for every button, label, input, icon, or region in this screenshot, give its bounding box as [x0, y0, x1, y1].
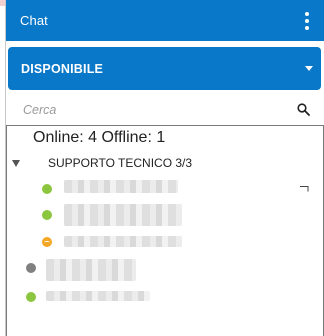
- offline-status-dot: [26, 263, 36, 273]
- contact-item[interactable]: [26, 258, 156, 281]
- status-dropdown[interactable]: DISPONIBILE: [8, 47, 321, 90]
- contact-item[interactable]: [40, 204, 190, 226]
- search-bar: [8, 96, 321, 124]
- online-status-dot: [42, 184, 52, 194]
- contact-item[interactable]: [40, 232, 190, 252]
- chat-header: Chat: [6, 0, 324, 41]
- chat-title: Chat: [20, 13, 48, 28]
- redacted-contact-name: [64, 236, 182, 247]
- redacted-contact-name: [46, 291, 150, 301]
- presence-counts: Online: 4 Offline: 1: [33, 129, 166, 146]
- away-status-dot: [42, 237, 52, 247]
- search-icon[interactable]: [297, 103, 310, 116]
- online-status-dot: [26, 292, 36, 302]
- contact-list: Online: 4 Offline: 1 SUPPORTO TECNICO 3/…: [6, 125, 324, 336]
- status-selected-label: DISPONIBILE: [21, 62, 104, 76]
- resize-corner-icon: [300, 186, 309, 192]
- redacted-contact-name: [64, 204, 182, 226]
- group-supporto-tecnico[interactable]: SUPPORTO TECNICO 3/3: [10, 155, 310, 171]
- contact-item[interactable]: [26, 287, 156, 307]
- chat-panel: Chat DISPONIBILE Online: 4 Offline: 1 SU…: [5, 0, 324, 336]
- online-status-dot: [42, 210, 52, 220]
- search-input[interactable]: [8, 96, 321, 124]
- group-name: SUPPORTO TECNICO 3/3: [48, 156, 193, 170]
- caret-down-icon: [305, 66, 313, 71]
- redacted-contact-name: [46, 259, 136, 281]
- triangle-down-icon[interactable]: [12, 160, 20, 167]
- kebab-vertical-icon[interactable]: [304, 12, 310, 30]
- redacted-contact-name: [64, 180, 178, 193]
- contact-item[interactable]: [40, 179, 190, 199]
